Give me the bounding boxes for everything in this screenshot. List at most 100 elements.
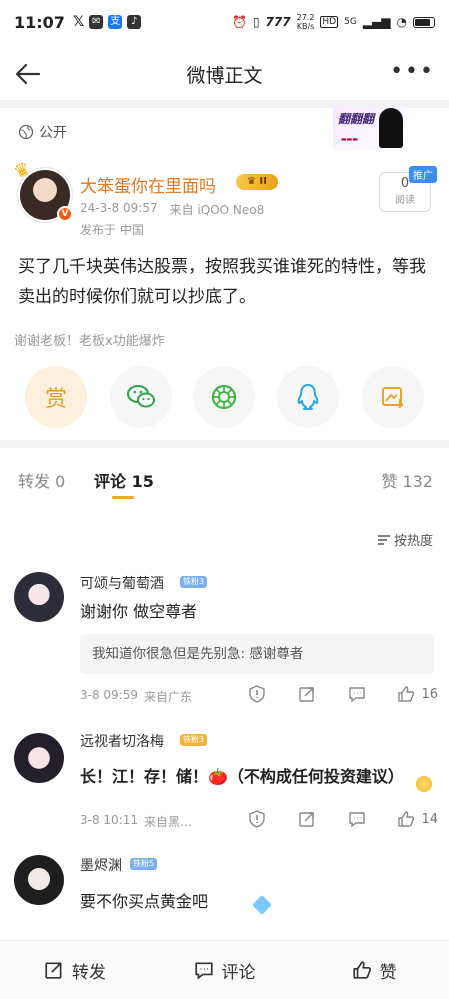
comment-avatar[interactable] [14, 733, 64, 783]
tab-comment[interactable]: 评论 15 [94, 468, 154, 492]
report-icon[interactable] [248, 685, 266, 703]
promo-button[interactable]: 推广 [409, 166, 437, 183]
post-meta: 24-3-8 09:57 来自 iQOO Neo8 [80, 201, 264, 218]
comment-label: 评论 [221, 962, 256, 983]
comment-author[interactable]: 可颂与葡萄酒 [80, 573, 164, 593]
post-source: 来自 iQOO Neo8 [169, 203, 265, 217]
visibility-label: 公开 [39, 125, 67, 141]
tiktok-icon: ♪ [127, 15, 142, 29]
fan-badge: 铁粉3 [180, 734, 208, 746]
author-name[interactable]: 大笨蛋你在里面吗 [80, 172, 216, 197]
thumbs-up-icon [398, 811, 415, 827]
comment-avatar[interactable] [14, 572, 64, 622]
sticker-figure [379, 108, 403, 148]
wechat-icon [127, 385, 155, 408]
carrier-icon: 777 [265, 15, 291, 29]
visibility-row: 公开 [18, 122, 67, 142]
comment-source: 来自广东 [144, 690, 193, 704]
like-button[interactable]: 16 [397, 685, 438, 703]
qq-share-button[interactable] [277, 366, 339, 428]
net-speed: 27.2 KB/s [297, 13, 315, 31]
post-date: 24-3-8 09:57 [80, 201, 158, 215]
fan-badge: 铁粉5 [130, 858, 158, 870]
diamond-decoration-icon [252, 895, 272, 915]
thumbs-up-icon [398, 686, 415, 702]
image-save-icon [382, 387, 404, 409]
level-badge: ♛ II [236, 174, 278, 190]
comment-text: 要不你买点黄金吧 [80, 892, 209, 911]
reply-icon[interactable] [348, 685, 366, 703]
sparkle-decoration-icon [416, 776, 432, 792]
hd-label: HD [320, 16, 339, 28]
fan-badge: 铁粉3 [180, 576, 208, 588]
reply-icon[interactable] [348, 810, 366, 828]
tab-active-indicator [112, 496, 134, 499]
sort-toggle[interactable]: 按热度 [377, 530, 433, 549]
like-post-button[interactable]: 赞 [299, 941, 449, 999]
verified-badge-icon: V [57, 206, 73, 222]
repost-icon[interactable] [298, 810, 316, 828]
net-type: 5G [344, 17, 357, 27]
reward-button[interactable]: 赏 [25, 366, 87, 428]
wechat-share-button[interactable] [110, 366, 172, 428]
post-text: 买了几千块英伟达股票，按照我买谁谁死的特性，等我卖出的时候你们就可以抄底了。 [18, 257, 426, 307]
comment-icon [194, 962, 213, 980]
battery-icon [413, 16, 435, 28]
comment-actions: 14 [248, 810, 438, 828]
post-tagline: 谢谢老板！老板x功能爆炸 [14, 334, 165, 349]
sort-label: 按热度 [393, 534, 433, 549]
alarm-icon: ⏰ [231, 15, 247, 29]
repost-label: 转发 [71, 962, 106, 983]
comment-button[interactable]: 评论 [150, 941, 300, 999]
tab-repost[interactable]: 转发 0 [18, 468, 65, 492]
status-time: 11:07 [14, 12, 65, 32]
reward-label: 赏 [44, 387, 67, 412]
page-title: 微博正文 [186, 64, 263, 87]
post-location: 发布于 中国 [80, 223, 144, 237]
divider [0, 440, 449, 448]
status-bar: 11:07 𝕏 ✉ 支 ♪ ⏰ ▯ 777 27.2 KB/s HD 5G ▂▄▆… [0, 0, 449, 44]
tab-bar: 转发 0 评论 15 赞 132 [0, 460, 449, 500]
repost-button[interactable]: 转发 [0, 941, 150, 999]
comment-meta: 3-8 09:59 来自广东 [80, 688, 192, 705]
signal-icon: ▂▄▆ [362, 15, 391, 29]
globe-icon [18, 124, 34, 140]
message-icon: ✉ [89, 15, 104, 29]
top-nav: 微博正文 ••• [0, 48, 449, 100]
sort-icon [377, 534, 390, 545]
comment-text: 长！江！存！储！🍅（不构成任何投资建议） [80, 767, 404, 786]
comment-avatar[interactable] [14, 855, 64, 905]
qq-icon [297, 384, 319, 410]
level-value: II [259, 176, 267, 187]
comment-actions: 16 [248, 685, 438, 703]
vibrate-icon: ▯ [252, 15, 260, 29]
net-speed-unit: KB/s [296, 22, 315, 31]
comment-time: 3-8 09:59 [80, 688, 138, 702]
bottom-action-bar: 转发 评论 赞 [0, 940, 449, 999]
like-count: 16 [421, 686, 438, 702]
more-icon[interactable]: ••• [390, 61, 435, 83]
share-row: 赏 [0, 366, 449, 428]
thumbs-up-icon [353, 961, 371, 979]
notification-icons: 𝕏 ✉ 支 ♪ [72, 14, 142, 30]
like-count: 14 [421, 811, 438, 827]
like-label: 赞 [379, 962, 397, 983]
moments-icon [211, 384, 237, 410]
like-button[interactable]: 14 [397, 810, 438, 828]
moments-share-button[interactable] [193, 366, 255, 428]
comment-author[interactable]: 墨烬渊 [80, 855, 122, 875]
save-image-button[interactable] [362, 366, 424, 428]
status-right: ⏰ ▯ 777 27.2 KB/s HD 5G ▂▄▆ ◔ [232, 13, 435, 31]
back-arrow-icon[interactable] [12, 58, 44, 90]
net-speed-value: 27.2 [296, 13, 315, 22]
comment-meta: 3-8 10:11 来自黑… [80, 813, 192, 830]
report-icon[interactable] [248, 810, 266, 828]
comment-reply-preview[interactable]: 我知道你很急但是先别急: 感谢尊者 [80, 634, 434, 674]
alipay-icon: 支 [108, 15, 123, 29]
sticker-art-text: 翻翻翻 [338, 112, 375, 126]
x-app-icon: 𝕏 [72, 14, 85, 30]
repost-icon[interactable] [298, 685, 316, 703]
comment-author[interactable]: 远视者切洛梅 [80, 731, 164, 751]
tab-like[interactable]: 赞 132 [381, 468, 433, 492]
repost-icon [45, 962, 62, 979]
